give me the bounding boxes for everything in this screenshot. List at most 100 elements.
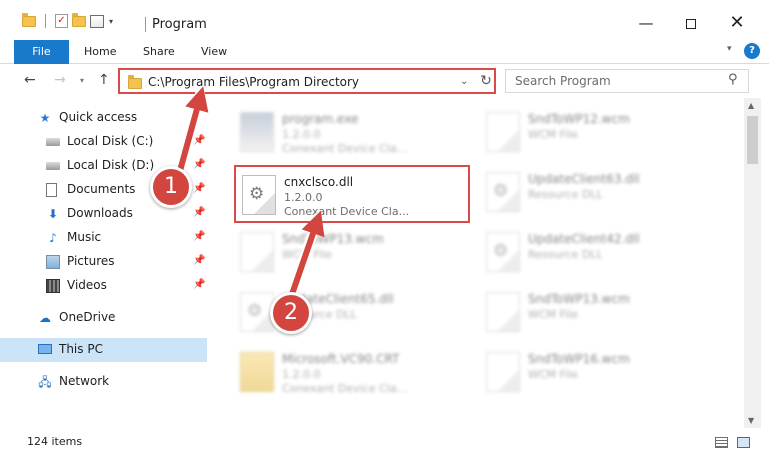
search-box[interactable]: Search Program ⚲	[505, 69, 749, 93]
file-version: 1.2.0.0	[282, 128, 321, 141]
file-item[interactable]: SndToWP12.wcm WCM File	[480, 104, 720, 162]
file-item[interactable]: SndToWP13.wcm WCM File	[234, 224, 474, 282]
file-item[interactable]: UpdateClient42.dll Resource DLL	[480, 224, 720, 282]
address-path[interactable]: C:\Program Files\Program Directory	[148, 75, 359, 89]
back-arrow-icon[interactable]: ←	[24, 72, 36, 88]
file-description: Conexant Device Cla...	[282, 382, 408, 395]
pin-icon: 📌	[193, 159, 206, 170]
refresh-icon[interactable]: ↻	[476, 71, 496, 91]
recent-locations-dropdown-icon[interactable]: ▾	[80, 76, 84, 85]
star-icon: ★	[39, 111, 51, 125]
sidebar-item-quick-access[interactable]: ★ Quick access	[0, 106, 207, 130]
item-count: 124 items	[27, 435, 83, 448]
sidebar-item-network[interactable]: 🖧 Network	[0, 370, 207, 394]
file-item[interactable]: SndToWP16.wcm WCM File	[480, 344, 720, 402]
disk-icon	[46, 138, 60, 146]
file-description: Conexant Device Cla...	[284, 205, 410, 218]
pin-icon: 📌	[193, 255, 206, 266]
file-name: UpdateClient63.dll	[528, 172, 640, 186]
close-button[interactable]: ✕	[714, 10, 760, 38]
help-icon[interactable]: ?	[744, 43, 760, 59]
file-list: program.exe 1.2.0.0 Conexant Device Cla.…	[210, 98, 744, 428]
search-icon[interactable]: ⚲	[728, 72, 738, 87]
vertical-scrollbar[interactable]: ▲ ▼	[744, 98, 761, 428]
file-item-cnxclsco-dll[interactable]: cnxclsco.dll 1.2.0.0 Conexant Device Cla…	[234, 165, 470, 223]
file-version: 1.2.0.0	[282, 368, 321, 381]
sidebar-item-label: OneDrive	[59, 310, 116, 324]
maximize-button[interactable]	[668, 10, 714, 38]
up-arrow-icon[interactable]: ↑	[98, 72, 110, 88]
file-icon	[486, 292, 520, 332]
file-item[interactable]: program.exe 1.2.0.0 Conexant Device Cla.…	[234, 104, 474, 162]
maximize-icon	[686, 18, 696, 29]
sidebar-item-music[interactable]: ♪ Music 📌	[0, 226, 207, 250]
tiles-view-icon[interactable]	[737, 437, 750, 448]
file-icon	[240, 232, 274, 272]
title-bar: ✓ ▾ Program — ✕	[0, 0, 769, 40]
file-item[interactable]: Microsoft.VC90.CRT 1.2.0.0 Conexant Devi…	[234, 344, 474, 402]
step-badge-2: 2	[270, 292, 312, 334]
forward-arrow-icon[interactable]: →	[54, 72, 66, 88]
sidebar-item-label: Quick access	[59, 110, 138, 124]
close-icon: ✕	[729, 12, 745, 33]
status-bar: 124 items	[0, 430, 769, 454]
window-title: Program	[152, 17, 207, 32]
minimize-button[interactable]: —	[623, 10, 669, 38]
documents-icon	[46, 183, 57, 197]
customize-toolbar-dropdown[interactable]: ▾	[109, 17, 113, 26]
dll-gear-icon	[242, 175, 276, 215]
file-name: SndToWP16.wcm	[528, 352, 630, 366]
music-icon: ♪	[49, 231, 57, 245]
sidebar-item-pictures[interactable]: Pictures 📌	[0, 250, 207, 274]
scroll-down-icon[interactable]: ▼	[748, 416, 754, 425]
sidebar-item-label: Documents	[67, 182, 136, 196]
step-badge-1: 1	[150, 166, 192, 208]
file-item[interactable]: SndToWP13.wcm WCM File	[480, 284, 720, 342]
properties-check-icon[interactable]: ✓	[55, 14, 68, 28]
expand-ribbon-icon[interactable]: ▾	[727, 44, 732, 54]
pin-icon: 📌	[193, 135, 206, 146]
sidebar-item-label: Pictures	[67, 254, 115, 268]
address-dropdown-icon[interactable]: ⌄	[460, 76, 468, 87]
file-name: SndToWP13.wcm	[528, 292, 630, 306]
pin-icon: 📌	[193, 279, 206, 290]
file-name: SndToWP12.wcm	[528, 112, 630, 126]
sidebar-item-local-disk-c[interactable]: Local Disk (C:) 📌	[0, 130, 207, 154]
quick-access-toolbar: ✓ ▾	[22, 12, 113, 28]
new-folder-icon[interactable]	[72, 12, 86, 27]
ribbon-tabs: File Home Share View ▾ ?	[0, 40, 769, 64]
pin-icon: 📌	[193, 231, 206, 242]
sidebar-item-videos[interactable]: Videos 📌	[0, 274, 207, 298]
disk-icon	[46, 162, 60, 170]
search-input[interactable]: Search Program	[515, 74, 611, 88]
sidebar-item-this-pc[interactable]: This PC	[0, 338, 207, 362]
tab-file[interactable]: File	[14, 40, 69, 64]
file-version: 1.2.0.0	[284, 191, 323, 204]
dll-gear-icon	[240, 292, 274, 332]
tab-share[interactable]: Share	[143, 40, 175, 64]
file-type: WCM File	[528, 128, 578, 141]
address-bar[interactable]: C:\Program Files\Program Directory ⌄ ↻	[118, 68, 496, 94]
tab-home[interactable]: Home	[84, 40, 116, 64]
dll-gear-icon	[486, 172, 520, 212]
address-row: ← → ▾ ↑ C:\Program Files\Program Directo…	[0, 64, 769, 98]
pin-icon: 📌	[193, 183, 206, 194]
sidebar-item-label: Videos	[67, 278, 107, 292]
scroll-thumb[interactable]	[747, 116, 758, 164]
file-item[interactable]: UpdateClient63.dll Resource DLL	[480, 164, 720, 222]
network-icon: 🖧	[38, 375, 52, 389]
folder-icon	[240, 352, 274, 392]
properties-icon[interactable]	[90, 14, 104, 28]
tab-view[interactable]: View	[201, 40, 227, 64]
videos-icon	[46, 279, 60, 293]
file-name: UpdateClient42.dll	[528, 232, 640, 246]
folder-icon[interactable]	[22, 12, 36, 27]
file-name: Microsoft.VC90.CRT	[282, 352, 400, 366]
details-view-icon[interactable]	[715, 437, 728, 448]
sidebar-item-label: Network	[59, 374, 110, 388]
minimize-icon: —	[638, 14, 654, 32]
sidebar-item-onedrive[interactable]: ☁ OneDrive	[0, 306, 207, 330]
navigation-pane: ★ Quick access Local Disk (C:) 📌 Local D…	[0, 98, 209, 428]
scroll-up-icon[interactable]: ▲	[748, 101, 754, 110]
exe-file-icon	[240, 112, 274, 152]
